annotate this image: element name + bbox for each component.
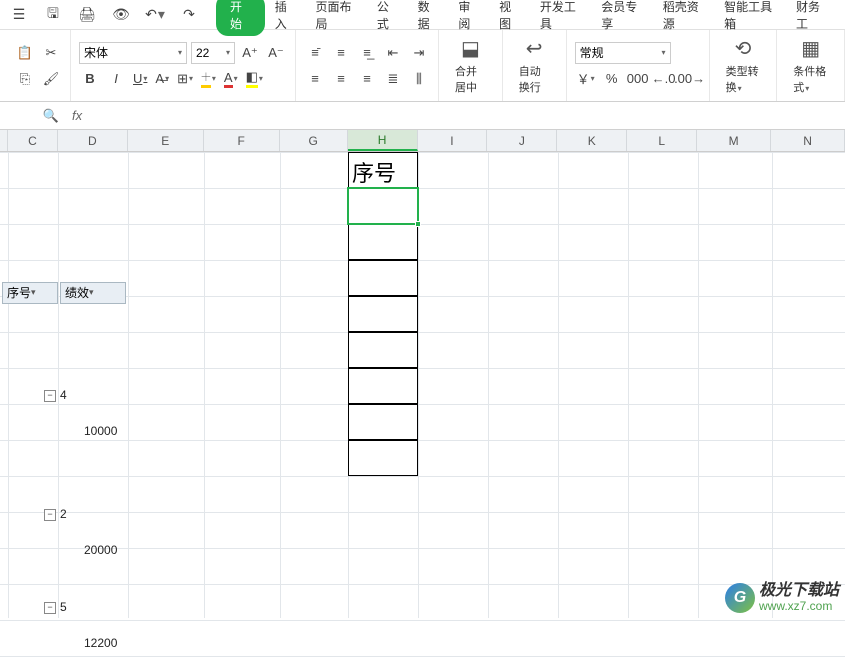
pivot-row-value: 20000: [84, 543, 117, 557]
comma-style-button[interactable]: 000: [627, 68, 649, 90]
merge-center-button[interactable]: ⬓ 合并居中: [447, 36, 494, 95]
redo-icon[interactable]: ↷: [178, 4, 200, 26]
cond-format-icon: ▦: [801, 36, 820, 61]
col-header-f[interactable]: F: [204, 130, 280, 151]
outline-collapse-button[interactable]: −: [44, 509, 56, 521]
font-color-button[interactable]: A▾: [222, 68, 240, 90]
outline-collapse-button[interactable]: −: [44, 390, 56, 402]
decrease-font-icon[interactable]: A⁻: [265, 42, 287, 64]
bordered-cell[interactable]: [348, 260, 418, 296]
preview-icon[interactable]: 👁: [110, 4, 132, 26]
col-header-h[interactable]: H: [348, 130, 418, 151]
justify-icon[interactable]: ≣: [382, 68, 404, 90]
align-right-icon[interactable]: ≡: [356, 68, 378, 90]
col-header-m[interactable]: M: [697, 130, 771, 151]
col-header-k[interactable]: K: [557, 130, 627, 151]
watermark-logo-icon: [725, 583, 755, 613]
pivot-header-perf[interactable]: 绩效▾: [60, 282, 126, 304]
col-header-c[interactable]: C: [8, 130, 58, 151]
bordered-cell[interactable]: [348, 440, 418, 476]
watermark-url: www.xz7.com: [759, 600, 839, 614]
menu-icon[interactable]: ☰: [8, 4, 30, 26]
pivot-row-value: 10000: [84, 424, 117, 438]
bordered-cell[interactable]: [348, 296, 418, 332]
col-header-l[interactable]: L: [627, 130, 697, 151]
wrap-icon: ↩: [526, 36, 543, 61]
conditional-format-button[interactable]: ▦ 条件格式▾: [785, 36, 836, 95]
italic-button[interactable]: I: [105, 68, 127, 90]
col-header-j[interactable]: J: [487, 130, 557, 151]
selected-cell[interactable]: [347, 187, 419, 225]
type-convert-button[interactable]: ⟲ 类型转换▾: [718, 36, 769, 95]
align-middle-icon[interactable]: ≡: [330, 42, 352, 64]
distribute-icon[interactable]: ⫼: [408, 68, 430, 90]
indent-left-icon[interactable]: ⇤: [382, 42, 404, 64]
outline-collapse-button[interactable]: −: [44, 602, 56, 614]
undo-icon[interactable]: ↶▾: [144, 4, 166, 26]
increase-font-icon[interactable]: A⁺: [239, 42, 261, 64]
pivot-header-seq[interactable]: 序号▾: [2, 282, 58, 304]
strikethrough-button[interactable]: A̶▾: [153, 68, 171, 90]
watermark: 极光下载站 www.xz7.com: [725, 582, 839, 614]
pivot-row-value: 12200: [84, 636, 117, 650]
copy-icon[interactable]: ⎘: [14, 68, 36, 90]
fill-color-button[interactable]: 🞡▾: [199, 68, 218, 90]
pivot-row-label: 2: [60, 507, 67, 521]
col-header-i[interactable]: I: [418, 130, 488, 151]
indent-right-icon[interactable]: ⇥: [408, 42, 430, 64]
merge-icon: ⬓: [461, 36, 480, 61]
highlight-button[interactable]: ◧▾: [244, 68, 265, 90]
font-size-select[interactable]: 22▾: [191, 42, 235, 64]
border-button[interactable]: ⊞▾: [175, 68, 195, 90]
align-center-icon[interactable]: ≡: [330, 68, 352, 90]
align-top-icon[interactable]: ≡̄: [304, 42, 326, 64]
save-icon[interactable]: 🖫: [42, 4, 64, 26]
bold-button[interactable]: B: [79, 68, 101, 90]
paste-icon[interactable]: 📋: [14, 42, 36, 64]
watermark-title: 极光下载站: [759, 582, 839, 600]
col-header-n[interactable]: N: [771, 130, 845, 151]
convert-icon: ⟲: [735, 36, 752, 61]
col-header-d[interactable]: D: [58, 130, 128, 151]
underline-button[interactable]: U▾: [131, 68, 149, 90]
fill-handle[interactable]: [415, 221, 421, 227]
bordered-cell[interactable]: [348, 368, 418, 404]
font-select[interactable]: 宋体▾: [79, 42, 187, 64]
increase-decimal-icon[interactable]: ←.0: [653, 68, 675, 90]
bordered-cell[interactable]: [348, 404, 418, 440]
wrap-text-button[interactable]: ↩ 自动换行: [511, 36, 558, 95]
bordered-cell[interactable]: [348, 152, 418, 188]
align-bottom-icon[interactable]: ≡̲: [356, 42, 378, 64]
percent-button[interactable]: %: [601, 68, 623, 90]
number-format-select[interactable]: 常规▾: [575, 42, 671, 64]
print-icon[interactable]: 🖨: [76, 4, 98, 26]
col-header-e[interactable]: E: [128, 130, 204, 151]
zoom-icon[interactable]: 🔍: [40, 105, 62, 127]
format-painter-icon[interactable]: 🖌: [40, 68, 62, 90]
cut-icon[interactable]: ✂: [40, 42, 62, 64]
decrease-decimal-icon[interactable]: .00→: [679, 68, 701, 90]
pivot-row-label: 5: [60, 600, 67, 614]
bordered-cell[interactable]: [348, 332, 418, 368]
align-left-icon[interactable]: ≡: [304, 68, 326, 90]
currency-button[interactable]: ￥▾: [575, 68, 597, 90]
col-header-g[interactable]: G: [280, 130, 348, 151]
pivot-row-label: 4: [60, 388, 67, 402]
fx-label[interactable]: fx: [72, 108, 82, 123]
bordered-cell[interactable]: [348, 224, 418, 260]
